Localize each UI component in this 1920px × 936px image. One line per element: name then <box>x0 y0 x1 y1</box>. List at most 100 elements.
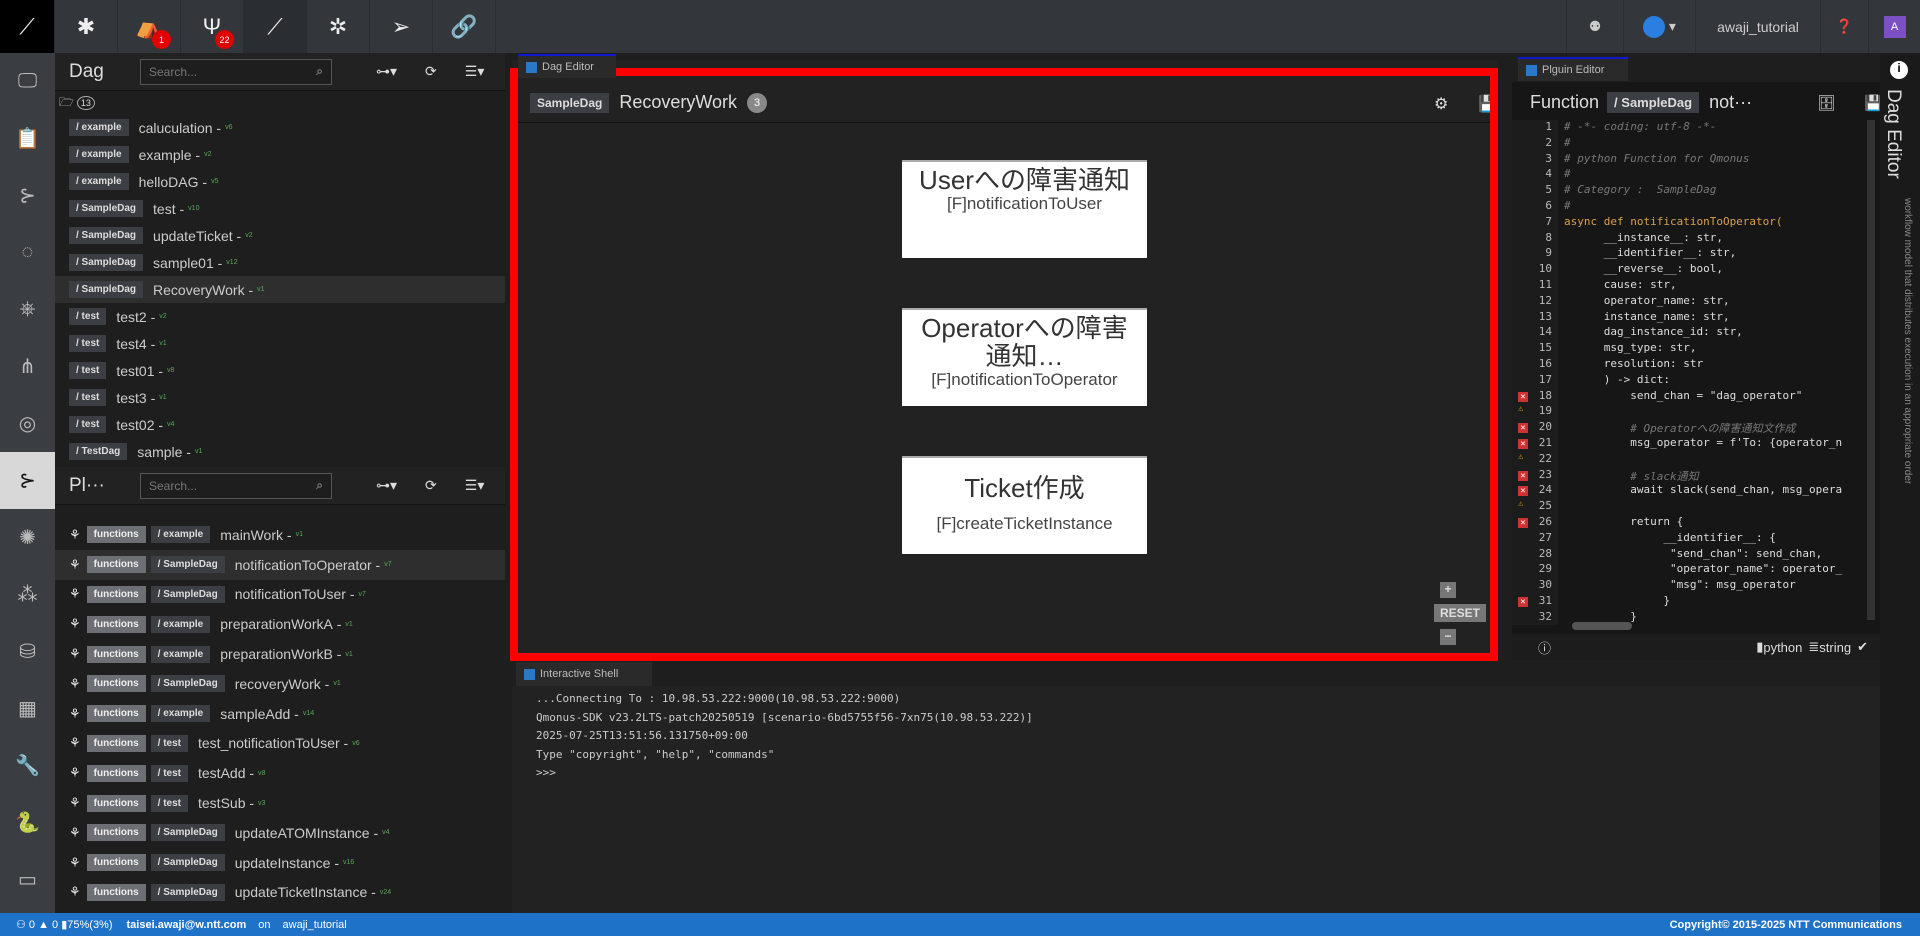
plugin-name: updateInstance <box>234 854 331 871</box>
horizontal-scrollbar[interactable] <box>1572 622 1632 630</box>
link-icon[interactable]: 🔗 <box>433 0 496 53</box>
line-number: 5 <box>1512 183 1558 199</box>
workspace-name[interactable]: awaji_tutorial <box>1695 0 1820 53</box>
spider-icon[interactable]: ✲ <box>307 0 370 53</box>
qmonus-icon[interactable]: ⟋ <box>244 0 307 53</box>
plugin-list-item[interactable]: ⚘ functions / SampleDag recoveryWork - v1 <box>55 669 505 699</box>
flow-icon[interactable]: ⋔ <box>0 338 55 395</box>
menu-icon[interactable]: ☰▾ <box>465 63 485 80</box>
type-label[interactable]: string <box>1819 640 1851 655</box>
dag-list-item[interactable]: / test test2 - v2 <box>55 303 505 330</box>
reset-button[interactable]: RESET <box>1434 604 1486 622</box>
dag-list-item[interactable]: / test test01 - v8 <box>55 357 505 384</box>
code-line: 8 __instance__: str, <box>1512 230 1867 247</box>
plugin-list-item[interactable]: ⚘ functions / SampleDag updateInstance - v16 <box>55 848 505 878</box>
info-icon[interactable]: i <box>1890 61 1908 79</box>
plugin-list-item[interactable]: ⚘ functions / SampleDag notificationToUser … <box>55 580 505 610</box>
namespace-badge: / SampleDag <box>150 675 225 693</box>
plugin-list-item[interactable]: ⚘ functions / test testAdd - v8 <box>55 758 505 788</box>
refresh-icon[interactable]: ⟳ <box>425 477 437 494</box>
dag-list-item[interactable]: / test test3 - v1 <box>55 384 505 411</box>
bug-icon[interactable]: ✱ <box>55 0 118 53</box>
vertical-scrollbar[interactable] <box>1867 120 1875 620</box>
card-icon[interactable]: ▭ <box>0 851 55 908</box>
dag-search-input[interactable]: Search... ⌕ <box>140 58 332 85</box>
wrench-icon[interactable]: 🔧 <box>0 737 55 794</box>
code-text: # <box>1564 167 1571 181</box>
interactive-shell[interactable]: ...Connecting To : 10.98.53.222:9000(10.… <box>512 686 1880 913</box>
info-icon[interactable]: ⓘ <box>1538 638 1551 657</box>
dag-name: test3 <box>116 389 147 406</box>
zoom-out-button[interactable]: − <box>1440 629 1456 645</box>
calendar-icon[interactable]: ▦ <box>0 680 55 737</box>
plugin-list-item[interactable]: ⚘ functions / SampleDag updateTicketInstanc… <box>55 878 505 908</box>
plugin-list-item[interactable]: ⚘ functions / example mainWork - v1 <box>55 520 505 550</box>
tree-filter-icon[interactable]: ⊶▾ <box>376 63 397 80</box>
status-user: taisei.awaji@w.ntt.com <box>126 918 247 931</box>
plugin-list-item[interactable]: ⚘ functions / SampleDag updateATOMInstance … <box>55 818 505 848</box>
code-text: } <box>1564 593 1670 607</box>
dag-node[interactable]: Ticket作成 [F]createTicketInstance <box>902 456 1147 554</box>
line-number: 11 <box>1512 277 1558 294</box>
code-text: send_chan = "dag_operator" <box>1564 388 1803 402</box>
type-badge: functions <box>86 556 146 574</box>
dag-list-item[interactable]: / test test4 - v1 <box>55 330 505 357</box>
loading-icon[interactable]: ✺ <box>0 509 55 566</box>
dag-icon[interactable]: ⊱ <box>0 167 55 224</box>
dag-list-item[interactable]: / TestDag sample - v1 <box>55 438 505 465</box>
dag-list-item[interactable]: / SampleDag RecoveryWork - v1 <box>55 276 505 303</box>
dag-editor-icon[interactable]: ⊱ <box>0 452 55 509</box>
plugin-search-input[interactable]: Search... ⌕ <box>140 472 332 499</box>
code-line: ✕ 21 msg_operator = f'To: {operator_n <box>1512 435 1867 452</box>
tab-plugin-editor[interactable]: Plguin Editor <box>1518 57 1628 81</box>
settings-icon[interactable]: ⚙ <box>1434 94 1448 114</box>
plugin-list-item[interactable]: ⚘ functions / test test_notificationToUser … <box>55 729 505 759</box>
code-text: operator_name: str, <box>1564 293 1730 307</box>
plugin-list-item[interactable]: ⚘ functions / SampleDag notificationToOpera… <box>55 549 505 580</box>
folder-row[interactable]: 🗁 13 <box>55 92 505 114</box>
dag-list-item[interactable]: / example caluculation - v6 <box>55 114 505 141</box>
code-editor[interactable]: 1 # -*- coding: utf-8 -*- 2 #3 # python Func… <box>1512 120 1867 625</box>
language-label[interactable]: python <box>1763 640 1802 655</box>
avatar-label: A <box>1883 15 1906 38</box>
dag-node[interactable]: Userへの障害通知 [F]notificationToUser <box>902 160 1147 258</box>
save-icon[interactable]: 💾 <box>1478 94 1498 114</box>
code-text: async def notificationToOperator( <box>1564 214 1783 228</box>
python-icon[interactable]: 🐍 <box>0 794 55 851</box>
gauge-icon[interactable]: ◎ <box>0 395 55 452</box>
report-icon[interactable]: 📋 <box>0 110 55 167</box>
qmonus-logo-icon[interactable]: ⟋ <box>0 0 55 53</box>
plugin-list-item[interactable]: ⚘ functions / test testSub - v3 <box>55 788 505 818</box>
plugin-list-item[interactable]: ⚘ functions / example preparationWorkA - v1 <box>55 609 505 639</box>
tab-interactive-shell[interactable]: Interactive Shell <box>516 662 652 686</box>
dag-list-item[interactable]: / SampleDag sample01 - v12 <box>55 249 505 276</box>
dag-list-item[interactable]: / test test02 - v4 <box>55 411 505 438</box>
database-icon[interactable]: 🗄 <box>1817 94 1836 112</box>
plugin-list-item[interactable]: ⚘ functions / example sampleAdd - v14 <box>55 699 505 729</box>
dag-list-item[interactable]: / example example - v2 <box>55 141 505 168</box>
send-icon[interactable]: ➢ <box>370 0 433 53</box>
cluster-icon[interactable]: ⁂ <box>0 566 55 623</box>
dag-list-item[interactable]: / example helloDAG - v5 <box>55 168 505 195</box>
zoom-in-button[interactable]: + <box>1440 582 1456 598</box>
dag-node[interactable]: Operatorへの障害通知… [F]notificationToOperator <box>902 308 1147 406</box>
antler-icon[interactable]: Ψ 22 <box>181 0 244 53</box>
avatar[interactable]: A <box>1868 0 1920 53</box>
code-line: 6 # <box>1512 198 1867 215</box>
dag-list-item[interactable]: / SampleDag updateTicket - v2 <box>55 222 505 249</box>
database-icon[interactable]: ⛁ <box>0 623 55 680</box>
team-icon[interactable]: ⚉ <box>1566 0 1623 53</box>
alert-icon[interactable]: ⛺ 1 <box>118 0 181 53</box>
help-icon[interactable]: ❓ <box>1820 0 1868 53</box>
tree-filter-icon[interactable]: ⊶▾ <box>376 477 397 494</box>
monitor-icon[interactable]: 🖵 <box>0 53 55 110</box>
kubernetes-icon[interactable]: ⎈ <box>0 281 55 338</box>
plugin-list-item[interactable]: ⚘ functions / example preparationWorkB - v1 <box>55 639 505 669</box>
tab-dag-editor[interactable]: Dag Editor <box>518 54 616 78</box>
code-text: # <box>1564 135 1571 149</box>
refresh-icon[interactable]: ⟳ <box>425 63 437 80</box>
cycle-icon[interactable]: ◌ <box>0 224 55 281</box>
status-dropdown[interactable]: ▾ <box>1623 0 1695 53</box>
menu-icon[interactable]: ☰▾ <box>465 477 485 494</box>
dag-list-item[interactable]: / SampleDag test - v10 <box>55 195 505 222</box>
